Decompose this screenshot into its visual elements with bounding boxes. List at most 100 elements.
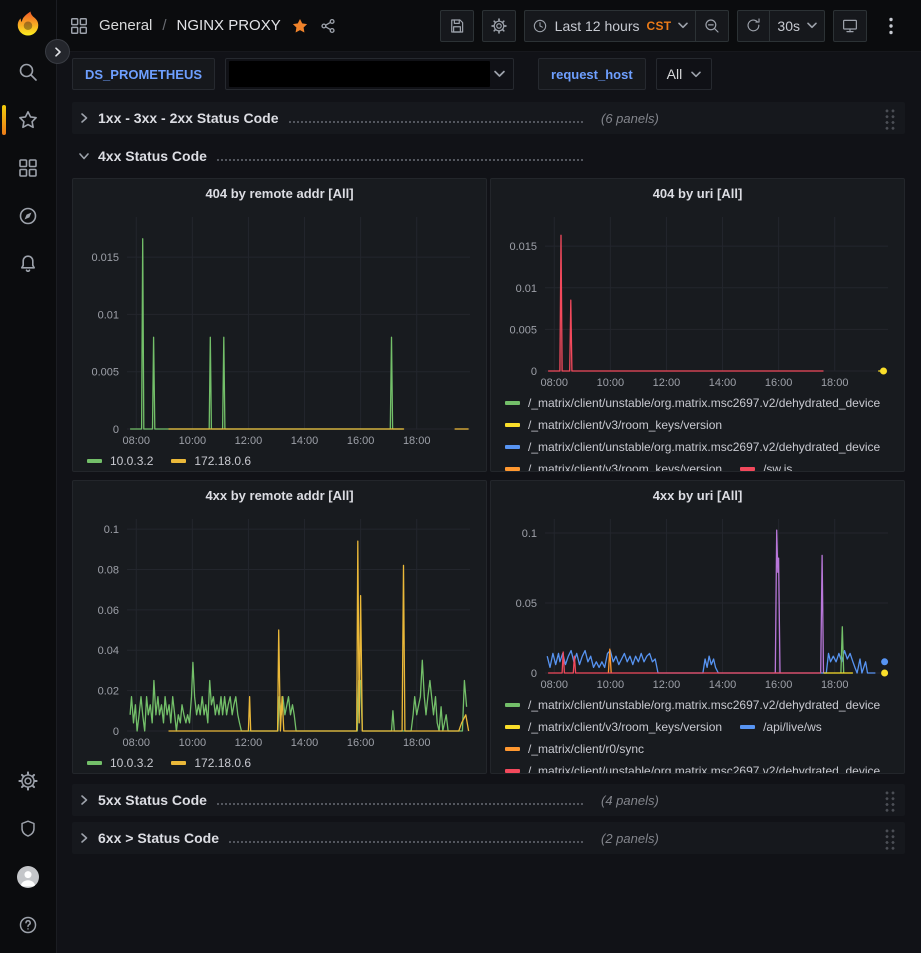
chart-legend: 10.0.3.2 172.18.0.6 — [81, 752, 478, 773]
grafana-app: General / NGINX PROXY — [0, 0, 921, 953]
legend-swatch — [87, 459, 102, 463]
request-host-select[interactable]: All — [656, 58, 713, 90]
star-icon — [17, 109, 39, 131]
row-drag-handle[interactable] — [883, 827, 895, 850]
legend-item[interactable]: 172.18.0.6 — [171, 450, 251, 471]
legend-item[interactable]: /_matrix/client/unstable/org.matrix.msc2… — [505, 694, 880, 715]
svg-text:08:00: 08:00 — [540, 679, 568, 691]
save-dashboard-button[interactable] — [440, 10, 474, 42]
legend-label: 10.0.3.2 — [110, 756, 153, 770]
refresh-controls: 30s — [737, 10, 825, 42]
datasource-variable-label[interactable]: DS_PROMETHEUS — [72, 58, 215, 90]
timeseries-chart[interactable]: 00.050.108:0010:0012:0014:0016:0018:00 — [499, 507, 896, 693]
legend-item[interactable]: /_matrix/client/v3/room_keys/version — [505, 716, 722, 737]
sidebar-item-dashboards[interactable] — [0, 144, 57, 192]
dotted-leader — [229, 841, 583, 843]
monitor-icon — [841, 17, 859, 35]
sidebar-item-help[interactable] — [0, 901, 57, 949]
svg-text:10:00: 10:00 — [179, 435, 207, 447]
panel-title[interactable]: 404 by remote addr [All] — [81, 183, 478, 205]
legend-label: /_matrix/client/unstable/org.matrix.msc2… — [528, 698, 880, 712]
main-area: General / NGINX PROXY — [57, 0, 921, 953]
timeseries-chart[interactable]: 00.0050.010.01508:0010:0012:0014:0016:00… — [499, 205, 896, 391]
svg-text:0.01: 0.01 — [98, 309, 119, 321]
row-header-5xx[interactable]: 5xx Status Code (4 panels) — [72, 784, 905, 816]
datasource-select[interactable] — [225, 58, 514, 90]
row-drag-handle[interactable] — [883, 789, 895, 812]
legend-item[interactable]: 10.0.3.2 — [87, 450, 153, 471]
legend-swatch — [505, 445, 520, 449]
svg-text:08:00: 08:00 — [122, 435, 150, 447]
panel-title[interactable]: 404 by uri [All] — [499, 183, 896, 205]
row-header-4xx[interactable]: 4xx Status Code — [72, 140, 905, 172]
legend-item[interactable]: /_matrix/client/r0/sync — [505, 738, 644, 759]
refresh-interval-picker[interactable]: 30s — [770, 10, 825, 42]
svg-text:0.05: 0.05 — [516, 598, 537, 610]
panel-title[interactable]: 4xx by remote addr [All] — [81, 485, 478, 507]
legend-label: /_matrix/client/v3/room_keys/version — [528, 720, 722, 734]
legend-item[interactable]: /_matrix/client/unstable/org.matrix.msc2… — [505, 392, 880, 413]
row-header-1xx[interactable]: 1xx - 3xx - 2xx Status Code (6 panels) — [72, 102, 905, 134]
svg-text:18:00: 18:00 — [403, 737, 431, 749]
grafana-logo[interactable] — [0, 0, 57, 48]
svg-text:0.015: 0.015 — [91, 252, 119, 264]
timeseries-chart[interactable]: 00.020.040.060.080.108:0010:0012:0014:00… — [81, 507, 478, 751]
legend-swatch — [505, 401, 520, 405]
dashboard-title[interactable]: NGINX PROXY — [177, 17, 281, 34]
legend-swatch — [505, 725, 520, 729]
panel-4xx-by-uri: 4xx by uri [All] 00.050.108:0010:0012:00… — [490, 480, 905, 774]
legend-item[interactable]: /api/live/ws — [740, 716, 822, 737]
svg-text:12:00: 12:00 — [653, 377, 681, 389]
time-controls: Last 12 hours CST — [524, 10, 730, 42]
sidebar-item-configuration[interactable] — [0, 757, 57, 805]
svg-text:0.1: 0.1 — [104, 524, 119, 536]
sidebar — [0, 0, 57, 953]
sidebar-item-explore[interactable] — [0, 192, 57, 240]
sidebar-item-starred[interactable] — [0, 96, 57, 144]
favorite-star-icon[interactable] — [291, 17, 309, 35]
dotted-leader — [217, 159, 583, 161]
svg-text:10:00: 10:00 — [597, 377, 625, 389]
more-menu-button[interactable] — [875, 10, 907, 42]
timeseries-chart[interactable]: 00.0050.010.01508:0010:0012:0014:0016:00… — [81, 205, 478, 449]
chart-legend: /_matrix/client/unstable/org.matrix.msc2… — [499, 694, 896, 774]
request-host-variable-label[interactable]: request_host — [538, 58, 646, 90]
legend-item[interactable]: /_matrix/client/v3/room_keys/version — [505, 458, 722, 472]
dotted-leader — [289, 121, 583, 123]
svg-text:0: 0 — [113, 726, 119, 738]
topbar: General / NGINX PROXY — [57, 0, 921, 52]
save-icon — [448, 17, 466, 35]
legend-item[interactable]: /sw.js — [740, 458, 792, 472]
panel-title[interactable]: 4xx by uri [All] — [499, 485, 896, 507]
legend-item[interactable]: /_matrix/client/v3/room_keys/version — [505, 414, 722, 435]
chevron-down-icon — [494, 70, 505, 78]
svg-text:0: 0 — [113, 424, 119, 436]
row-header-6xx[interactable]: 6xx > Status Code (2 panels) — [72, 822, 905, 854]
sidebar-item-alerting[interactable] — [0, 240, 57, 288]
panel-404-by-remote-addr: 404 by remote addr [All] 00.0050.010.015… — [72, 178, 487, 472]
chevron-down-icon — [691, 71, 701, 78]
svg-text:12:00: 12:00 — [235, 435, 263, 447]
zoom-out-button[interactable] — [696, 10, 729, 42]
sidebar-item-server-admin[interactable] — [0, 805, 57, 853]
kiosk-mode-button[interactable] — [833, 10, 867, 42]
sidebar-expand-button[interactable] — [45, 39, 70, 64]
legend-item[interactable]: 172.18.0.6 — [171, 752, 251, 773]
legend-swatch — [87, 761, 102, 765]
variables-row: DS_PROMETHEUS request_host All — [57, 52, 921, 96]
time-range-picker[interactable]: Last 12 hours CST — [524, 10, 697, 42]
share-icon[interactable] — [319, 17, 337, 35]
refresh-button[interactable] — [737, 10, 770, 42]
svg-text:12:00: 12:00 — [235, 737, 263, 749]
legend-item[interactable]: /_matrix/client/unstable/org.matrix.msc2… — [505, 436, 880, 457]
row-title: 1xx - 3xx - 2xx Status Code — [98, 110, 279, 126]
legend-item[interactable]: 10.0.3.2 — [87, 752, 153, 773]
refresh-interval-label: 30s — [777, 18, 800, 34]
breadcrumb-section[interactable]: General — [99, 17, 152, 34]
sidebar-item-profile[interactable] — [0, 853, 57, 901]
legend-item[interactable]: /_matrix/client/unstable/org.matrix.msc2… — [505, 760, 880, 774]
dashboard-canvas: 1xx - 3xx - 2xx Status Code (6 panels) 4… — [57, 96, 921, 953]
legend-swatch — [505, 703, 520, 707]
dashboard-settings-button[interactable] — [482, 10, 516, 42]
row-drag-handle[interactable] — [883, 107, 895, 130]
